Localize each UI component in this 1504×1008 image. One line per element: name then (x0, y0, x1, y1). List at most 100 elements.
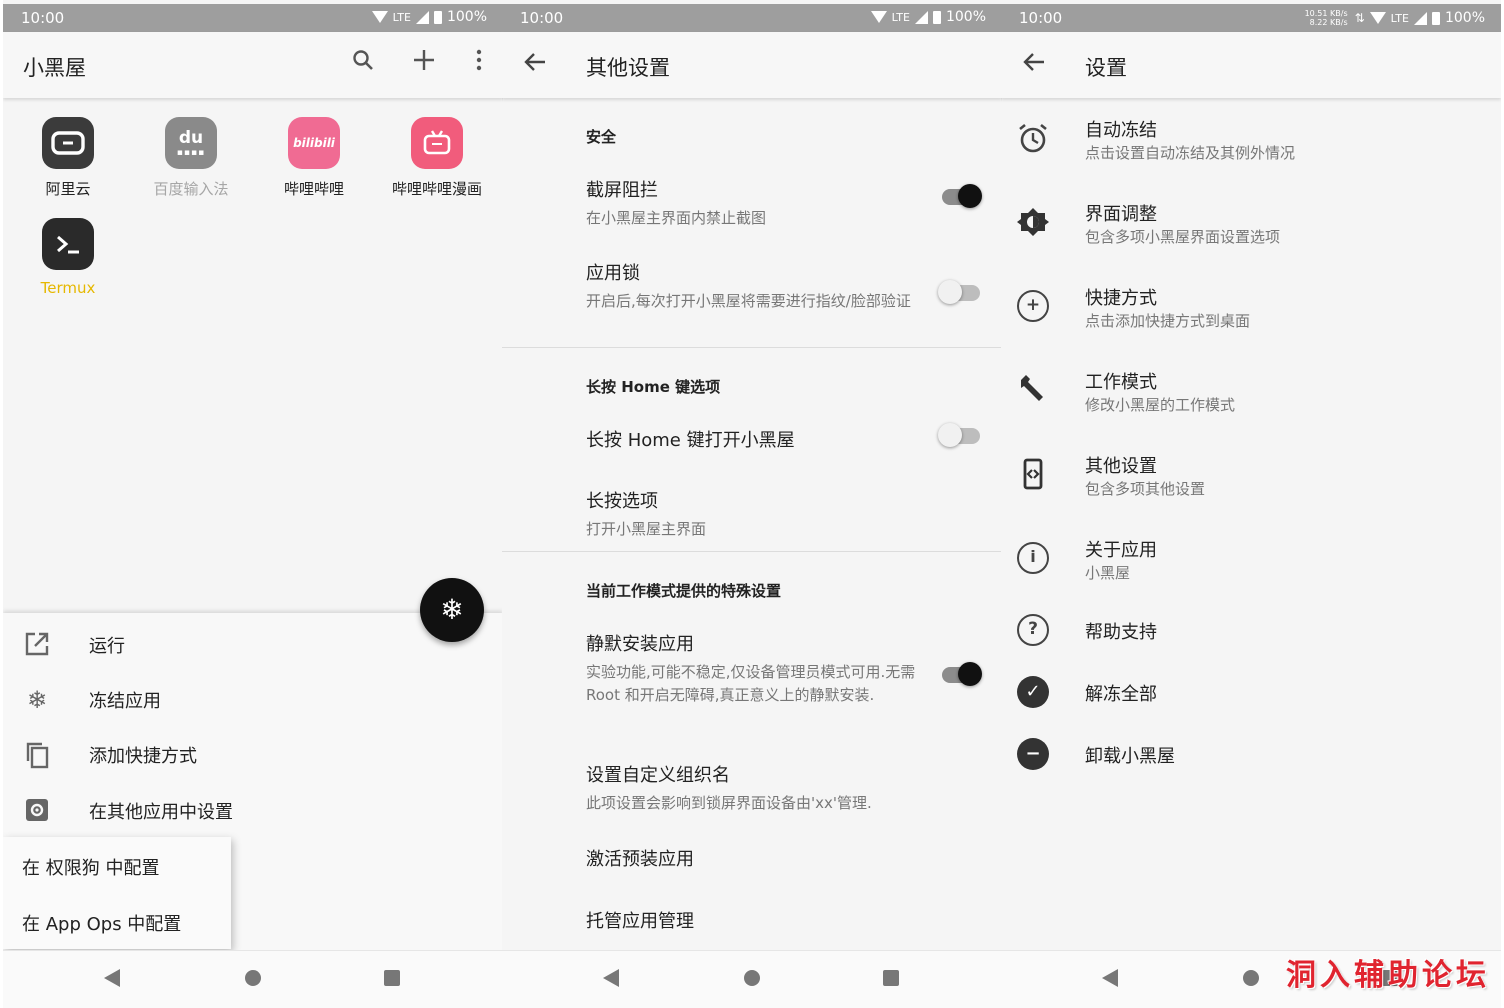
configure-popup-menu: 在 权限狗 中配置 在 App Ops 中配置 (3, 837, 231, 949)
pref-silent-install[interactable]: 静默安装应用 实验功能,可能不稳定,仅设备管理员模式可用.无需 Root 和开启… (586, 630, 916, 707)
menu-item-summary: 点击添加快捷方式到桌面 (1085, 312, 1251, 330)
sheet-item-configure-in-other-app[interactable]: 在其他应用中设置 (3, 782, 503, 837)
menu-item-help[interactable]: ? 帮助支持 (1001, 614, 1501, 648)
network-speed: 10.51 KB/s 8.22 KB/s (1304, 9, 1348, 27)
brightness-icon (1017, 206, 1049, 238)
menu-item-about[interactable]: i 关于应用 小黑屋 (1001, 536, 1501, 596)
pref-title: 托管应用管理 (586, 911, 694, 932)
nav-home-icon[interactable] (1243, 970, 1259, 986)
sheet-item-add-shortcut[interactable]: 添加快捷方式 (3, 726, 503, 781)
menu-item-title: 自动冻结 (1085, 120, 1157, 141)
pref-summary: 实验功能,可能不稳定,仅设备管理员模式可用.无需 Root 和开启无障碍,真正意… (586, 663, 916, 704)
more-vert-icon[interactable] (467, 48, 491, 78)
status-time: 10:00 (1019, 9, 1063, 27)
sheet-item-freeze[interactable]: ❄ 冻结应用 (3, 671, 503, 726)
nav-recents-icon[interactable] (883, 970, 899, 986)
pref-summary: 在小黑屋主界面内禁止截图 (586, 209, 767, 227)
pref-title: 长按选项 (586, 491, 658, 512)
pref-managed-apps[interactable]: 托管应用管理 (586, 907, 916, 933)
network-type: LTE (891, 10, 910, 24)
menu-item-uninstall[interactable]: − 卸载小黑屋 (1001, 738, 1501, 772)
sheet-item-label: 添加快捷方式 (89, 746, 197, 767)
signal-icon (1413, 11, 1427, 25)
freeze-fab[interactable]: ❄ (420, 578, 484, 642)
wifi-icon (1369, 12, 1386, 24)
menu-item-unfreeze-all[interactable]: ✓ 解冻全部 (1001, 676, 1501, 710)
pref-summary: 打开小黑屋主界面 (586, 520, 707, 538)
status-time: 10:00 (520, 9, 564, 27)
help-icon: ? (1017, 614, 1049, 646)
screenshot-block-switch[interactable] (942, 184, 982, 208)
back-arrow-icon[interactable] (524, 50, 546, 80)
pref-title: 静默安装应用 (586, 634, 694, 655)
app-label: 百度输入法 (153, 180, 229, 198)
menu-item-ui-adjust[interactable]: 界面调整 包含多项小黑屋界面设置选项 (1001, 200, 1501, 260)
section-title-home-key: 长按 Home 键选项 (586, 378, 721, 396)
app-item-bilibili-comics[interactable]: 哔哩哔哩漫画 (377, 117, 497, 199)
app-item-baidu-ime[interactable]: du ▪▪▪▪ 百度输入法 (131, 117, 251, 199)
network-type: LTE (1390, 11, 1409, 25)
add-icon[interactable] (412, 48, 436, 78)
status-bar: 10:00 LTE 100% (502, 4, 1002, 32)
pref-org-name[interactable]: 设置自定义组织名 此项设置会影响到锁屏界面设备由'xx'管理. (586, 761, 916, 815)
menu-item-summary: 修改小黑屋的工作模式 (1085, 396, 1236, 414)
app-list-screen: 10:00 LTE 100% 小黑屋 阿里云 du ▪▪▪▪ 百度输入法 bil… (3, 0, 503, 1008)
alarm-clock-icon (1017, 122, 1049, 154)
app-bar: 设置 (1001, 32, 1501, 98)
menu-item-work-mode[interactable]: 工作模式 修改小黑屋的工作模式 (1001, 368, 1501, 428)
pref-home-open[interactable]: 长按 Home 键打开小黑屋 (586, 426, 916, 452)
nav-home-icon[interactable] (245, 970, 261, 986)
popup-item-permission-dog[interactable]: 在 权限狗 中配置 (22, 854, 159, 880)
nav-back-icon[interactable] (1102, 969, 1118, 987)
status-bar: 10:00 LTE 100% (3, 4, 503, 32)
battery-level: 100% (945, 9, 986, 25)
pref-summary: 此项设置会影响到锁屏界面设备由'xx'管理. (586, 794, 872, 812)
menu-item-summary: 小黑屋 (1085, 564, 1131, 582)
status-bar: 10:00 10.51 KB/s 8.22 KB/s ⇅ LTE 100% (1001, 4, 1501, 32)
menu-item-other-settings[interactable]: 其他设置 包含多项其他设置 (1001, 452, 1501, 512)
silent-install-switch[interactable] (942, 662, 982, 686)
settings-screen: 10:00 10.51 KB/s 8.22 KB/s ⇅ LTE 100% 设置… (1001, 0, 1501, 1008)
remove-circle-icon: − (1017, 738, 1049, 770)
menu-item-shortcut[interactable]: + 快捷方式 点击添加快捷方式到桌面 (1001, 284, 1501, 344)
check-circle-icon: ✓ (1017, 676, 1049, 708)
back-arrow-icon[interactable] (1023, 50, 1045, 80)
nav-back-icon[interactable] (603, 969, 619, 987)
settings-code-icon (1017, 458, 1049, 490)
app-item-aliyun[interactable]: 阿里云 (8, 117, 128, 199)
home-open-switch[interactable] (938, 423, 980, 447)
app-label: 哔哩哔哩 (283, 180, 344, 198)
pref-app-lock[interactable]: 应用锁 开启后,每次打开小黑屋将需要进行指纹/脸部验证 (586, 259, 916, 313)
nav-recents-icon[interactable] (384, 970, 400, 986)
wrench-icon (1017, 374, 1049, 406)
nav-home-icon[interactable] (744, 970, 760, 986)
search-icon[interactable] (351, 48, 375, 78)
app-item-termux[interactable]: Termux (8, 218, 128, 297)
page-title: 小黑屋 (23, 56, 86, 80)
status-time: 10:00 (21, 9, 65, 27)
menu-item-auto-freeze[interactable]: 自动冻结 点击设置自动冻结及其例外情况 (1001, 116, 1501, 176)
other-settings-screen: 10:00 LTE 100% 其他设置 安全 截屏阻拦 在小黑屋主界面内禁止截图… (502, 0, 1002, 1008)
popup-item-app-ops[interactable]: 在 App Ops 中配置 (22, 910, 181, 936)
copy-icon (23, 741, 51, 769)
menu-item-title: 界面调整 (1085, 204, 1157, 225)
menu-item-title: 快捷方式 (1085, 288, 1157, 309)
app-bar: 其他设置 (502, 32, 1002, 98)
app-item-bilibili[interactable]: bilibili 哔哩哔哩 (254, 117, 374, 199)
pref-long-press-option[interactable]: 长按选项 打开小黑屋主界面 (586, 487, 916, 541)
sheet-item-label: 在其他应用中设置 (89, 802, 233, 823)
menu-item-title: 其他设置 (1085, 456, 1157, 477)
pref-title: 应用锁 (586, 263, 640, 284)
signal-icon (415, 10, 429, 24)
divider (502, 347, 1002, 348)
pref-activate-preinstalled[interactable]: 激活预装应用 (586, 845, 916, 871)
section-title-security: 安全 (586, 128, 617, 146)
app-lock-switch[interactable] (938, 280, 980, 304)
pref-screenshot-block[interactable]: 截屏阻拦 在小黑屋主界面内禁止截图 (586, 176, 916, 230)
section-title-work-mode: 当前工作模式提供的特殊设置 (586, 582, 782, 600)
app-label: 哔哩哔哩漫画 (391, 180, 482, 198)
wifi-icon (870, 11, 887, 23)
menu-item-title: 解冻全部 (1085, 684, 1157, 705)
nav-back-icon[interactable] (104, 969, 120, 987)
sheet-item-label: 运行 (89, 636, 125, 657)
